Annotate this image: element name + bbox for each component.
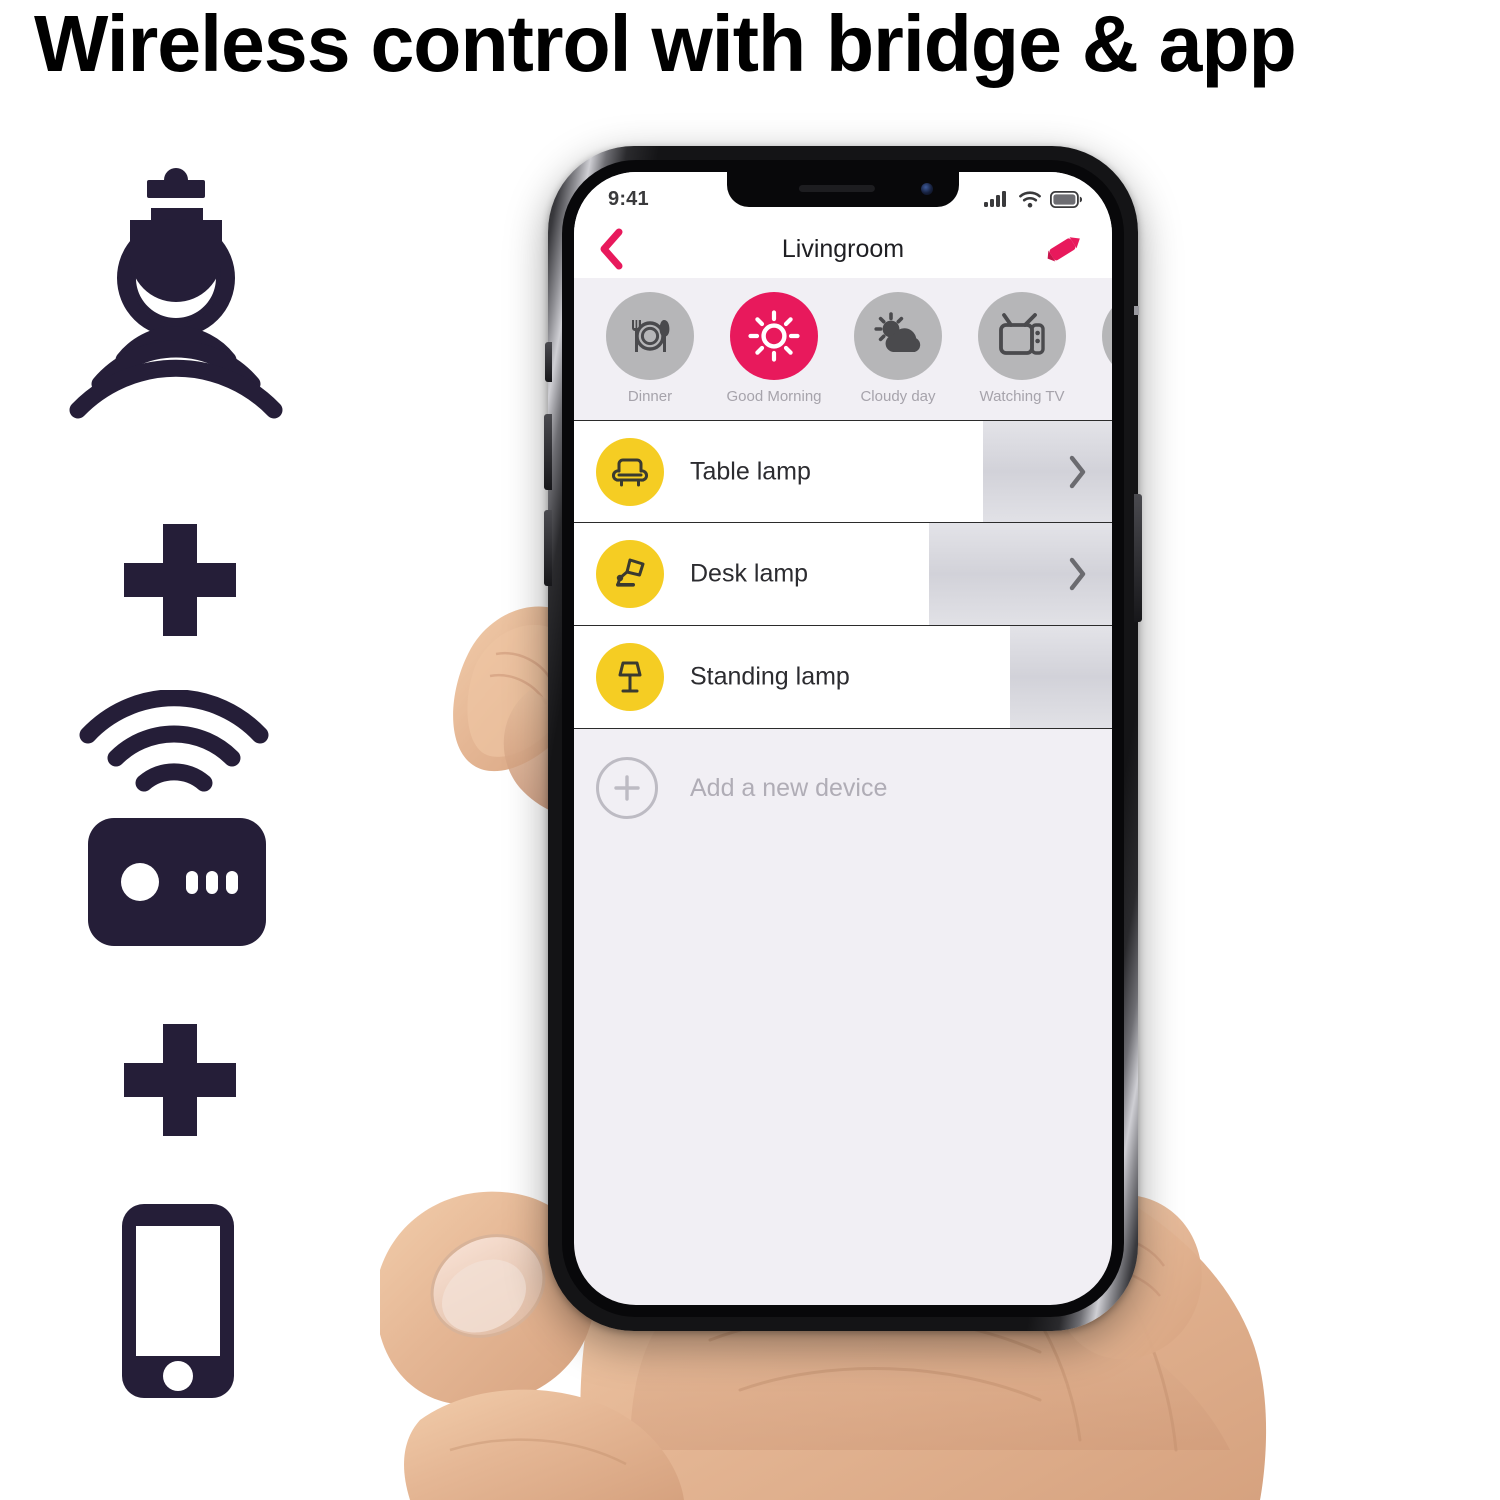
sun-behind-cloud-icon	[874, 312, 921, 352]
scene-good-morning[interactable]: Good Morning	[712, 292, 836, 406]
scene-circle[interactable]	[606, 292, 694, 380]
page-title: Wireless control with bridge & app	[34, 0, 1297, 88]
device-name: Standing lamp	[690, 662, 850, 691]
sun-icon	[748, 310, 800, 362]
screen-notch	[727, 172, 959, 207]
brightness-slider-fill[interactable]	[1009, 626, 1112, 728]
floor-lamp-glyph	[618, 661, 642, 693]
desk-lamp-icon	[596, 540, 664, 608]
scene-label: Good Morning	[726, 388, 822, 405]
scene-circle[interactable]	[978, 292, 1066, 380]
pencil-edit-icon[interactable]	[1042, 229, 1086, 269]
back-chevron-icon[interactable]	[598, 228, 624, 270]
smart-bulb-wireless-icon	[69, 168, 283, 419]
brightness-slider-fill[interactable]	[982, 421, 1112, 522]
armchair-glyph	[611, 458, 649, 486]
poster-root: Wireless control with bridge & app 9:41 …	[0, 0, 1500, 1500]
floor-lamp-icon	[596, 643, 664, 711]
plus-circle-icon[interactable]	[596, 757, 658, 819]
power-button[interactable]	[1134, 494, 1142, 622]
earpiece-speaker-icon	[798, 185, 875, 192]
device-name: Desk lamp	[690, 559, 809, 588]
volume-down-button[interactable]	[544, 510, 552, 586]
cellular-signal-icon	[984, 191, 1006, 207]
scene-dinner[interactable]: Dinner	[588, 292, 712, 406]
device-list: Table lamp Desk lamp Standing lamp Add a…	[574, 420, 1112, 847]
scene-circle[interactable]	[1102, 292, 1112, 380]
scenes-strip[interactable]: Dinner Good Morning Cloudy day Watching …	[574, 278, 1112, 420]
device-row-table-lamp[interactable]: Table lamp	[574, 420, 1112, 523]
scene-circle[interactable]	[854, 292, 942, 380]
plus-icon	[124, 524, 236, 636]
scene-label: Dinner	[627, 388, 673, 405]
page-title-livingroom: Livingroom	[781, 234, 905, 263]
status-time: 9:41	[608, 187, 649, 210]
armchair-icon	[596, 437, 664, 506]
scene-partial-next[interactable]	[1084, 292, 1112, 388]
scene-cloudy-day[interactable]: Cloudy day	[836, 292, 960, 406]
battery-icon	[1050, 190, 1082, 208]
desk-lamp-glyph	[616, 558, 645, 587]
device-row-desk-lamp[interactable]: Desk lamp	[574, 523, 1112, 626]
television-icon	[999, 313, 1045, 355]
cutlery-plate-icon	[632, 320, 670, 352]
smartphone-icon	[122, 1204, 234, 1398]
chevron-right-icon[interactable]	[1068, 455, 1088, 489]
add-device-wrapper: Add a new device	[574, 729, 1112, 847]
mute-switch[interactable]	[545, 342, 552, 382]
bridge-hub-wireless-icon	[79, 690, 269, 946]
navigation-bar: Livingroom	[574, 220, 1112, 278]
phone-device: 9:41 Livingroom Dinner Good Morning Clou…	[544, 146, 1142, 1331]
scene-label: Cloudy day	[860, 388, 936, 405]
phone-screen: 9:41 Livingroom Dinner Good Morning Clou…	[574, 172, 1112, 1305]
scene-watching-tv[interactable]: Watching TV	[960, 292, 1084, 406]
scene-label: Watching TV	[979, 388, 1065, 405]
device-row-standing-lamp[interactable]: Standing lamp	[574, 626, 1112, 729]
front-camera-icon	[921, 183, 933, 195]
chevron-right-icon[interactable]	[1068, 557, 1088, 591]
status-indicators	[984, 190, 1082, 208]
scene-circle[interactable]	[730, 292, 818, 380]
plus-glyph	[614, 775, 640, 801]
add-new-device-row[interactable]: Add a new device	[574, 729, 1112, 847]
plus-icon	[124, 1024, 236, 1136]
device-name: Table lamp	[690, 457, 811, 485]
volume-up-button[interactable]	[544, 414, 552, 490]
add-device-label: Add a new device	[690, 773, 888, 802]
antenna-line	[1134, 306, 1139, 315]
wifi-icon	[1019, 191, 1041, 208]
